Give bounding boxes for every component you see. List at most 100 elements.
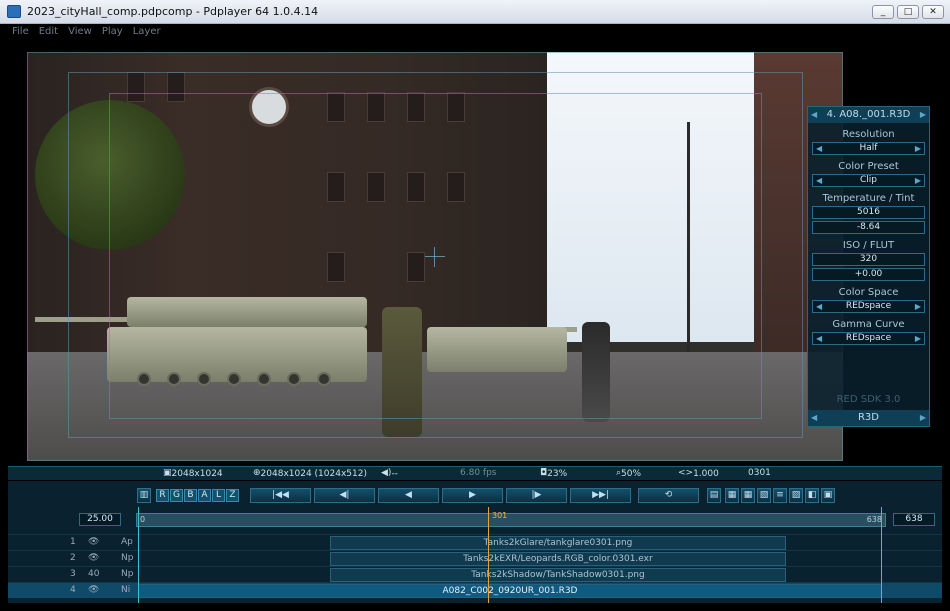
visibility-eye-icon[interactable]: 👁 (88, 537, 99, 547)
minimize-button[interactable]: _ (872, 5, 894, 19)
r3d-footer: ◀ R3D ▶ (808, 410, 929, 426)
layout-toggle-button[interactable]: ▥ (137, 488, 151, 503)
source-resolution: ▣ 2048x1024 (163, 468, 223, 479)
first-frame-button[interactable]: |◀◀ (250, 488, 311, 503)
compare-icon[interactable]: ◧ (805, 488, 819, 503)
menu-file[interactable]: File (0, 24, 34, 39)
play-button[interactable]: ▶ (442, 488, 503, 503)
playhead-label: 301 (492, 511, 508, 520)
layer-number: 2 (70, 553, 76, 563)
resolution-select[interactable]: ◀ Half ▶ (812, 142, 925, 155)
prev-keyframe-button[interactable]: ◀| (314, 488, 375, 503)
channel-a-button[interactable]: A (198, 489, 211, 502)
layer-row[interactable]: 2 👁 Np Tanks2kEXR/Leopards.RGB_color.030… (8, 550, 942, 566)
layer-number: 1 (70, 537, 76, 547)
color-space-label: Color Space (838, 287, 899, 298)
red-settings-panel: ◀ 4. A08._001.R3D ▶ Resolution ◀ Half ▶ Co… (807, 106, 930, 427)
menu-edit[interactable]: Edit (34, 24, 63, 39)
center-crosshair (425, 247, 445, 267)
temperature-field[interactable]: 5016 (812, 206, 925, 219)
fps-field[interactable]: 25.00 (79, 513, 121, 526)
channel-r-button[interactable]: R (156, 489, 169, 502)
next-keyframe-button[interactable]: |▶ (506, 488, 567, 503)
timeline-start: 0 (140, 515, 146, 524)
loop-button[interactable]: ⟲ (638, 488, 699, 503)
grid-view-icon[interactable]: ▦ (725, 488, 739, 503)
menu-view[interactable]: View (63, 24, 97, 39)
panel-next-arrow[interactable]: ▶ (920, 107, 926, 123)
color-preset-select[interactable]: ◀ Clip ▶ (812, 174, 925, 187)
red-sdk-version: RED SDK 3.0 (836, 394, 901, 405)
r3d-label: R3D (857, 412, 879, 423)
layer-number: 4 (70, 585, 76, 595)
window-title: 2023_cityHall_comp.pdpcomp - Pdplayer 64… (27, 5, 319, 18)
out-point-line (881, 507, 882, 603)
menu-bar: File Edit View Play Layer (0, 24, 950, 39)
end-frame-field[interactable]: 638 (893, 513, 935, 526)
prev-frame-button[interactable]: ◀ (378, 488, 439, 503)
tint-field[interactable]: -8.64 (812, 221, 925, 234)
audio-status: ◀) -- (381, 468, 398, 479)
zoom-level: ⌕ 50% (616, 468, 642, 479)
current-frame: 0301 (748, 468, 771, 478)
channel-z-button[interactable]: Z (226, 489, 239, 502)
in-point-line (138, 507, 139, 603)
layer-clip[interactable]: Tanks2kShadow/TankShadow0301.png (330, 568, 786, 582)
layer-number: 3 (70, 569, 76, 579)
playback-fps: 6.80 fps (460, 468, 497, 478)
iso-field[interactable]: 320 (812, 253, 925, 266)
footer-prev-arrow[interactable]: ◀ (811, 410, 817, 426)
iso-flut-label: ISO / FLUT (842, 240, 895, 251)
color-preset-label: Color Preset (838, 161, 899, 172)
red-panel-header: ◀ 4. A08._001.R3D ▶ (808, 107, 929, 123)
flut-field[interactable]: +0.00 (812, 268, 925, 281)
resolution-label: Resolution (842, 129, 895, 140)
layer-clip[interactable]: Tanks2kEXR/Leopards.RGB_color.0301.exr (330, 552, 786, 566)
playhead[interactable] (488, 507, 489, 603)
visibility-eye-icon[interactable]: 👁 (88, 585, 99, 595)
timeline-panel: ▥ RGBALZ |◀◀ ◀| ◀ ▶ |▶ ▶▶| ⟲ ▤ ▦ ▦ ▧ ≡ ▨… (8, 481, 942, 603)
channel-l-button[interactable]: L (212, 489, 225, 502)
gamma-curve-select[interactable]: ◀ REDspace ▶ (812, 332, 925, 345)
layer-row[interactable]: 1 👁 Ap Tanks2kGlare/tankglare0301.png (8, 534, 942, 550)
grid-alt-icon[interactable]: ▦ (741, 488, 755, 503)
red-panel-title: 4. A08._001.R3D (826, 109, 911, 120)
menu-layer[interactable]: Layer (128, 24, 166, 39)
cache-percent: ◘ 23% (540, 468, 568, 479)
blend-mode[interactable]: Ni (121, 585, 130, 595)
info-bar: ▣ 2048x1024 ⊕ 2048x1024 (1024x512) ◀) --… (8, 466, 942, 480)
visibility-eye-icon[interactable]: 👁 (88, 553, 99, 563)
footer-next-arrow[interactable]: ▶ (920, 410, 926, 426)
layer-clip[interactable]: Tanks2kGlare/tankglare0301.png (330, 536, 786, 550)
blend-mode[interactable]: Ap (121, 537, 133, 547)
menu-play[interactable]: Play (97, 24, 128, 39)
list-view-icon[interactable]: ≡ (773, 488, 787, 503)
layer-row-selected[interactable]: 4 👁 Ni A082_C002_0920UR_001.R3D (8, 582, 942, 598)
maximize-button[interactable]: □ (897, 5, 919, 19)
split-view-icon[interactable]: ▧ (757, 488, 771, 503)
app-icon (7, 5, 21, 18)
timeline-end: 638 (866, 515, 882, 524)
layer-clip[interactable]: A082_C002_0920UR_001.R3D (138, 584, 882, 598)
viewer[interactable]: ◀ 4. A08._001.R3D ▶ Resolution ◀ Half ▶ Co… (0, 39, 950, 466)
channel-buttons: RGBALZ (156, 489, 240, 502)
view-mode-icon[interactable]: ▤ (707, 488, 721, 503)
timeline-bar[interactable]: 0 638 301 (136, 511, 886, 527)
gamma-curve-label: Gamma Curve (832, 319, 905, 330)
last-frame-button[interactable]: ▶▶| (570, 488, 631, 503)
display-resolution: ⊕ 2048x1024 (1024x512) (253, 468, 367, 479)
overlay-icon[interactable]: ▨ (789, 488, 803, 503)
blend-mode[interactable]: Np (121, 553, 133, 563)
close-button[interactable]: ✕ (922, 5, 944, 19)
fullscreen-icon[interactable]: ▣ (821, 488, 835, 503)
blend-mode[interactable]: Np (121, 569, 133, 579)
title-bar: 2023_cityHall_comp.pdpcomp - Pdplayer 64… (0, 0, 950, 24)
color-space-select[interactable]: ◀ REDspace ▶ (812, 300, 925, 313)
panel-prev-arrow[interactable]: ◀ (811, 107, 817, 123)
temp-tint-label: Temperature / Tint (822, 193, 915, 204)
pixel-ratio: <> 1.000 (678, 468, 719, 479)
channel-b-button[interactable]: B (184, 489, 197, 502)
layer-row[interactable]: 3 40 Np Tanks2kShadow/TankShadow0301.png (8, 566, 942, 582)
channel-g-button[interactable]: G (170, 489, 183, 502)
opacity-value[interactable]: 40 (88, 569, 99, 579)
